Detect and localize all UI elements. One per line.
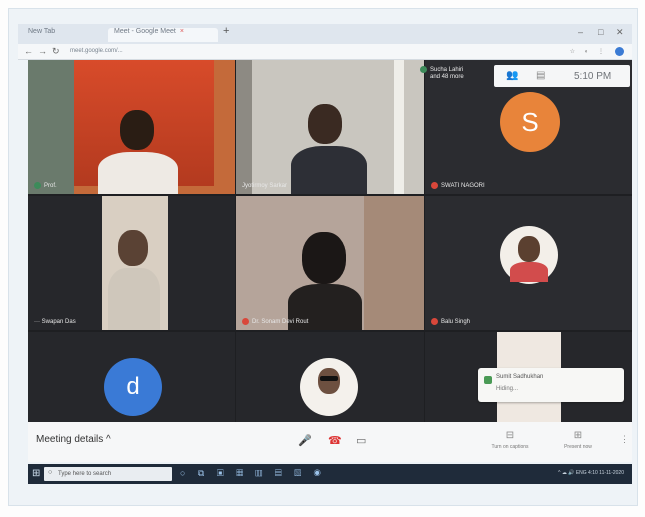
people-icon[interactable]: 👥	[506, 70, 518, 81]
background-door	[394, 60, 404, 194]
participant-tile[interactable]: Balu Singh	[425, 196, 632, 330]
participant-body	[291, 146, 367, 194]
extension-icons[interactable]: ☆ ◐ ⋮	[570, 48, 608, 55]
participant-tile[interactable]: ··· Swapan Das	[28, 196, 235, 330]
participant-name: Balu Singh	[431, 317, 470, 325]
taskbar-app-icons[interactable]: ○ ⧉ ▣ ▦ ▥ ▤ ▧ ◉	[180, 468, 326, 479]
avatar: S	[500, 92, 560, 152]
tab-label: New Tab	[28, 28, 56, 35]
refresh-icon[interactable]: ↻	[52, 46, 60, 57]
meeting-details-button[interactable]: Meeting details ^	[36, 434, 111, 445]
back-icon[interactable]: ←	[24, 46, 33, 56]
mic-muted-icon	[242, 317, 249, 325]
participant-head	[120, 110, 154, 150]
mic-muted-icon	[431, 181, 438, 189]
participant-name: Prof.	[34, 181, 57, 189]
mic-icon	[34, 181, 41, 189]
participant-head	[308, 104, 342, 144]
meet-control-bar: Meeting details ^ 🎤 ☎ ▭ ⊟ Turn on captio…	[28, 422, 632, 462]
chat-icon[interactable]: ▤	[536, 70, 545, 81]
background-wall	[28, 60, 74, 194]
notification-title: Sumit Sadhukhan	[496, 374, 544, 380]
presenter-icon	[420, 66, 427, 73]
present-icon: ⊞	[573, 430, 583, 441]
more-options-icon[interactable]: ⋮	[620, 434, 629, 445]
participant-head	[302, 232, 346, 284]
hang-up-icon[interactable]: ☎	[328, 434, 342, 447]
microphone-icon[interactable]: 🎤	[298, 434, 312, 447]
participant-tile[interactable]: Dr. Sonam Devi Rout	[236, 196, 424, 330]
participant-head	[118, 230, 148, 266]
captions-button[interactable]: ⊟ Turn on captions	[480, 430, 540, 450]
top-tools: 👥 ▤ 5:10 PM	[494, 65, 630, 87]
participant-body	[98, 152, 178, 194]
participant-tile[interactable]: d	[28, 332, 235, 422]
forward-icon[interactable]: →	[38, 46, 47, 56]
captions-label: Turn on captions	[491, 444, 529, 450]
close-window-icon[interactable]: ✕	[616, 27, 624, 38]
present-button[interactable]: ⊞ Present now	[548, 430, 608, 450]
browser-tab-active[interactable]: Meet - Google Meet ×	[108, 28, 218, 42]
avatar	[300, 358, 358, 416]
new-tab-button[interactable]: +	[223, 25, 229, 37]
search-placeholder: Type here to search	[58, 471, 112, 477]
meet-video-grid: Prof. Jyotirmoy Sarkar S SWATI NAGORI ··…	[28, 60, 632, 422]
background-curtain	[364, 196, 424, 330]
browser-tab-strip: New Tab Meet - Google Meet × + – □ ✕	[18, 24, 632, 44]
top-overlay: Sucha Lahiri and 48 more 👥 ▤ 5:10 PM	[420, 62, 632, 90]
minimize-icon[interactable]: –	[578, 27, 583, 37]
chat-notification[interactable]: Sumit Sadhukhan Hiding...	[478, 368, 624, 402]
clock: 5:10 PM	[574, 71, 612, 82]
search-icon: ○	[48, 469, 53, 476]
captions-icon: ⊟	[505, 430, 515, 441]
participant-name: Jyotirmoy Sarkar	[242, 183, 288, 189]
windows-start-icon[interactable]: ⊞	[32, 468, 40, 479]
taskbar-search[interactable]: ○ Type here to search	[44, 467, 172, 481]
participant-name: ··· Swapan Das	[34, 319, 76, 325]
tab-label: Meet - Google Meet	[114, 28, 176, 35]
participants-chip[interactable]: Sucha Lahiri and 48 more	[420, 66, 464, 81]
participant-tile[interactable]	[236, 332, 424, 422]
notification-message: Hiding...	[496, 386, 519, 392]
avatar: d	[104, 358, 162, 416]
profile-avatar[interactable]	[615, 47, 624, 56]
os-taskbar: ⊞ ○ Type here to search ○ ⧉ ▣ ▦ ▥ ▤ ▧ ◉ …	[28, 464, 632, 484]
participant-name: SWATI NAGORI	[431, 181, 485, 189]
participant-body	[108, 268, 160, 330]
close-icon[interactable]: ×	[180, 28, 184, 35]
system-tray: ^ ☁ 🔊 ENG 4:10 11-11-2020	[558, 470, 624, 476]
chat-icon	[484, 376, 492, 384]
avatar	[500, 226, 558, 284]
browser-tab[interactable]: New Tab	[28, 28, 55, 42]
maximize-icon[interactable]: □	[598, 27, 603, 37]
camera-icon[interactable]: ▭	[356, 434, 366, 447]
participant-tile[interactable]: Prof.	[28, 60, 235, 194]
background-door	[236, 60, 252, 194]
participant-tile[interactable]: Jyotirmoy Sarkar	[236, 60, 424, 194]
present-label: Present now	[564, 444, 592, 450]
url-field[interactable]: meet.google.com/...	[70, 48, 123, 54]
mic-muted-icon	[431, 317, 438, 325]
address-bar: ← → ↻ meet.google.com/... ☆ ◐ ⋮	[18, 44, 632, 60]
participant-name: Dr. Sonam Devi Rout	[242, 317, 308, 325]
